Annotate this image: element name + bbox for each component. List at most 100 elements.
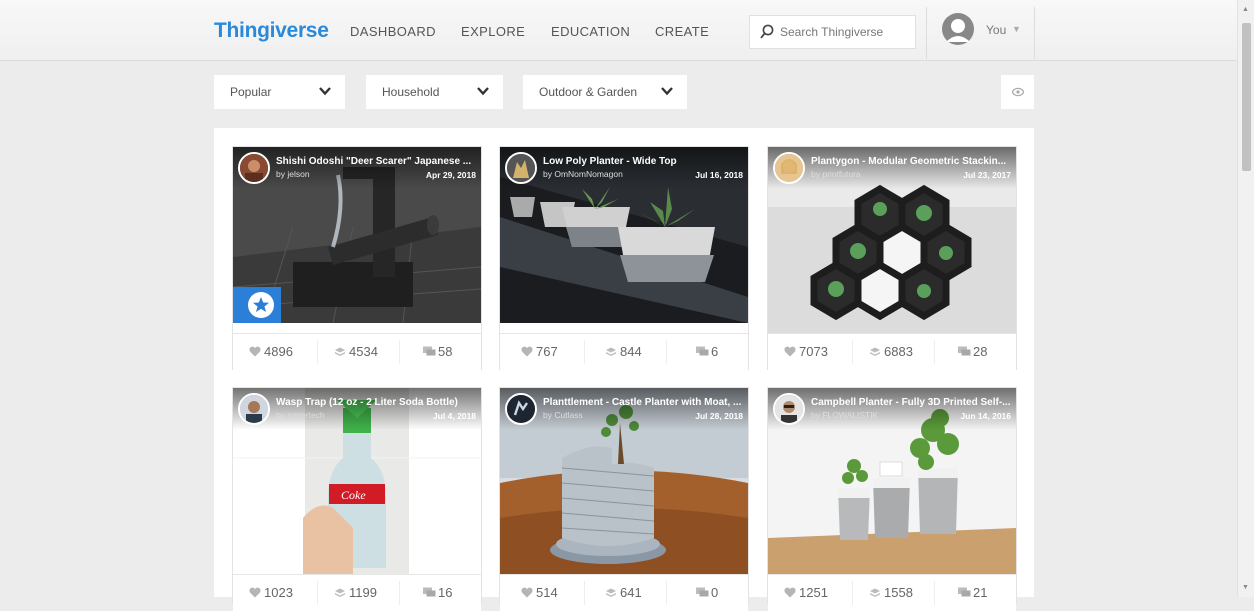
collect-count: 6883 [884,344,913,359]
thing-author[interactable]: by Cutlass [543,410,583,420]
collect-count: 1199 [349,585,377,600]
search-icon [760,24,774,39]
author-avatar[interactable] [773,393,805,425]
nav-dashboard[interactable]: DASHBOARD [350,24,436,39]
search-input[interactable] [780,23,908,41]
thing-stats: 4896 4534 58 [233,333,481,370]
heart-icon [249,587,261,598]
category-label: Household [382,85,440,99]
author-avatar[interactable] [238,393,270,425]
user-name: You [986,23,1007,37]
featured-badge [233,287,281,323]
thing-card[interactable]: Plantygon - Modular Geometric Stackin...… [768,147,1016,370]
like-count: 4896 [264,344,293,359]
thing-date: Jul 16, 2018 [695,170,743,180]
comment-icon [423,346,436,356]
comment-icon [958,587,971,597]
chevron-down-icon [477,87,489,96]
nav-explore[interactable]: EXPLORE [461,24,525,39]
thing-date: Jul 23, 2017 [963,170,1011,180]
thing-date: Apr 29, 2018 [425,170,476,180]
comment-count: 21 [973,585,988,600]
collection-icon [335,347,345,356]
thing-title[interactable]: Shishi Odoshi "Deer Scarer" Japanese ... [276,156,476,167]
view-toggle-button[interactable] [1001,75,1034,109]
page-scrollbar[interactable]: ▲ ▼ [1237,0,1254,597]
thing-date: Jul 4, 2018 [432,411,476,421]
collection-icon [606,588,616,597]
card-header: Plantygon - Modular Geometric Stackin...… [768,147,1016,189]
comment-icon [696,346,709,356]
thing-stats: 7073 6883 28 [768,333,1016,370]
thing-title[interactable]: Plantygon - Modular Geometric Stackin... [811,156,1011,167]
nav-create[interactable]: CREATE [655,24,709,39]
thing-card[interactable]: Campbell Planter - Fully 3D Printed Self… [768,388,1016,611]
author-avatar[interactable] [505,393,537,425]
chevron-down-icon [661,87,673,96]
sort-dropdown[interactable]: Popular [214,75,345,109]
author-avatar[interactable] [238,152,270,184]
chevron-down-icon [319,87,331,96]
card-header: Wasp Trap (12 oz - 2 Liter Soda Bottle) … [233,388,481,430]
collect-count: 641 [620,585,642,600]
bottle-label-text: Coke [341,488,366,502]
nav-education[interactable]: EDUCATION [551,24,630,39]
card-header: Low Poly Planter - Wide Top by OmNomNoma… [500,147,748,189]
things-grid: Shishi Odoshi "Deer Scarer" Japanese ...… [214,128,1034,611]
thing-author[interactable]: by OmNomNomagon [543,169,623,179]
comment-count: 58 [438,344,453,359]
thing-title[interactable]: Planttlement - Castle Planter with Moat,… [543,397,743,408]
heart-icon [521,346,533,357]
eye-icon [1012,87,1024,97]
thing-stats: 767 844 6 [500,333,748,370]
thingiverse-logo[interactable]: Thingiverse [214,19,329,43]
thing-date: Jul 28, 2018 [695,411,743,421]
like-count: 1251 [799,585,828,600]
thing-author[interactable]: by jelson [276,169,310,179]
like-count: 767 [536,344,558,359]
scroll-down-arrow-icon[interactable]: ▼ [1242,584,1249,591]
collection-icon [870,347,880,356]
comment-count: 6 [711,344,719,359]
thing-author[interactable]: by printfutura [811,169,861,179]
card-header: Campbell Planter - Fully 3D Printed Self… [768,388,1016,430]
category-dropdown[interactable]: Household [366,75,503,109]
collection-icon [335,588,345,597]
comment-icon [696,587,709,597]
card-header: Planttlement - Castle Planter with Moat,… [500,388,748,430]
comment-icon [423,587,436,597]
collect-count: 1558 [884,585,913,600]
thing-title[interactable]: Low Poly Planter - Wide Top [543,156,743,167]
thing-title[interactable]: Wasp Trap (12 oz - 2 Liter Soda Bottle) [276,397,476,408]
thing-stats: 514 641 0 [500,574,748,611]
scroll-thumb[interactable] [1242,23,1251,171]
thing-author[interactable]: by mstertech [276,410,325,420]
scroll-up-arrow-icon[interactable]: ▲ [1242,6,1249,13]
comment-count: 0 [711,585,719,600]
chevron-down-icon: ▼ [1012,24,1021,34]
thing-card[interactable]: Low Poly Planter - Wide Top by OmNomNoma… [500,147,748,370]
collect-count: 844 [620,344,642,359]
like-count: 7073 [799,344,828,359]
subcategory-dropdown[interactable]: Outdoor & Garden [523,75,687,109]
card-header: Shishi Odoshi "Deer Scarer" Japanese ...… [233,147,481,189]
sort-label: Popular [230,85,272,99]
thing-card[interactable]: Shishi Odoshi "Deer Scarer" Japanese ...… [233,147,481,370]
thing-stats: 1023 1199 16 [233,574,481,611]
comment-count: 28 [973,344,988,359]
author-avatar[interactable] [773,152,805,184]
thing-card[interactable]: Planttlement - Castle Planter with Moat,… [500,388,748,611]
search-box [749,15,916,49]
like-count: 1023 [264,585,293,600]
thing-title[interactable]: Campbell Planter - Fully 3D Printed Self… [811,397,1011,408]
thing-card[interactable]: Coke Wasp Trap (12 oz - 2 Liter Soda Bot… [233,388,481,611]
heart-icon [784,346,796,357]
user-menu[interactable]: You ▼ [926,7,1035,59]
thing-author[interactable]: by FLOWALISTIK [811,410,878,420]
heart-icon [521,587,533,598]
comment-icon [958,346,971,356]
top-nav-bar: Thingiverse DASHBOARD EXPLORE EDUCATION … [0,0,1254,61]
author-avatar[interactable] [505,152,537,184]
collection-icon [606,347,616,356]
heart-icon [784,587,796,598]
